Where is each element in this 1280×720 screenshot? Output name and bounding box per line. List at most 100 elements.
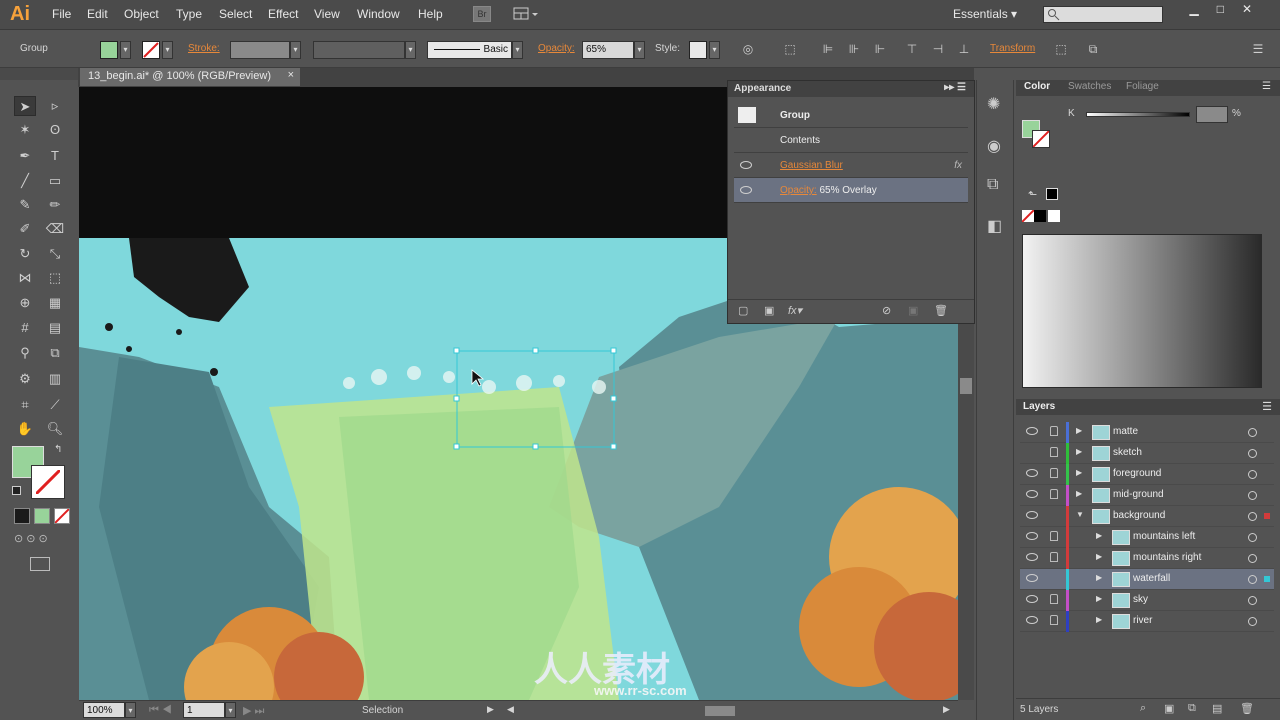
scale-tool-icon[interactable]: ⤡ [44,244,66,264]
arrange-documents-button[interactable] [513,6,539,22]
visibility-eye-icon[interactable] [1026,427,1038,435]
color-stroke-swatch[interactable] [1032,130,1050,148]
transform-link[interactable]: Transform [990,43,1035,54]
visibility-eye-icon[interactable] [1026,532,1038,540]
zoom-dropdown[interactable]: ▾ [125,702,136,718]
color-spectrum[interactable] [1022,234,1262,388]
bridge-button[interactable]: Br [473,6,491,22]
expand-toggle-icon[interactable]: ▶ [1096,552,1102,561]
lock-icon[interactable] [1050,447,1058,457]
add-fill-icon[interactable]: ▣ [764,304,774,317]
align-bottom-icon[interactable]: ⊥ [956,41,972,57]
align-top-icon[interactable]: ⊤ [904,41,920,57]
layer-row[interactable]: ▶ mountains right [1020,548,1274,569]
zoom-field[interactable]: 100% [83,702,125,718]
visibility-eye-icon[interactable] [1026,469,1038,477]
expand-toggle-icon[interactable]: ▶ [1096,594,1102,603]
visibility-eye-icon[interactable] [1026,490,1038,498]
menu-select[interactable]: Select [219,7,252,21]
gradient-mode-icon[interactable] [34,508,50,524]
selection-tool-icon[interactable]: ➤ [14,96,36,116]
expand-toggle-icon[interactable]: ▼ [1076,510,1084,519]
mesh-tool-icon[interactable]: # [14,318,36,338]
column-graph-tool-icon[interactable]: ▥ [44,369,66,389]
layer-name[interactable]: waterfall [1133,573,1170,584]
lasso-tool-icon[interactable]: ʘ [44,120,66,140]
transparency-panel-icon[interactable]: ◧ [987,216,1002,236]
rotate-tool-icon[interactable]: ↻ [14,244,36,264]
black-color-chip[interactable] [1046,188,1058,200]
k-value-field[interactable] [1196,106,1228,123]
lock-icon[interactable] [1050,531,1058,541]
appearance-object-row[interactable]: Group [734,103,968,128]
layer-row[interactable]: ▶ sky [1020,590,1274,611]
artboard-tool-icon[interactable]: ⌗ [14,395,36,415]
layer-name[interactable]: sketch [1113,447,1142,458]
horizontal-scroll-thumb[interactable] [705,706,735,716]
menu-type[interactable]: Type [176,7,202,21]
layer-row[interactable]: ▶ sketch [1020,443,1274,464]
direct-selection-tool-icon[interactable]: ▹ [44,96,66,116]
layer-name[interactable]: mid-ground [1113,489,1164,500]
hscroll-right-icon[interactable]: ▶ [943,704,950,715]
variable-width-dropdown[interactable]: ▾ [405,41,416,59]
expand-toggle-icon[interactable]: ▶ [1076,489,1082,498]
blob-brush-tool-icon[interactable]: ✐ [14,219,36,239]
lock-icon[interactable] [1050,552,1058,562]
locate-object-icon[interactable]: ⌕ [1140,702,1146,715]
type-tool-icon[interactable]: T [44,146,66,166]
fill-swatch[interactable] [100,41,118,59]
appearance-opacity-row[interactable]: Opacity: 65% Overlay [734,178,968,203]
symbol-sprayer-tool-icon[interactable]: ⚙ [14,369,36,389]
target-icon[interactable] [1248,575,1257,584]
graphic-style-swatch[interactable] [689,41,707,59]
layer-row[interactable]: ▶ river [1020,611,1274,632]
status-menu-arrow-icon[interactable]: ▶ [487,704,494,715]
gradient-tool-icon[interactable]: ▤ [44,318,66,338]
paintbrush-tool-icon[interactable]: ✎ [14,195,36,215]
layer-row[interactable]: ▶ matte [1020,422,1274,443]
visibility-eye-icon[interactable] [1026,511,1038,519]
tab-foliage[interactable]: Foliage [1126,81,1159,92]
recolor-artwork-icon[interactable]: ◎ [740,41,756,57]
lock-icon[interactable] [1050,426,1058,436]
create-layer-icon[interactable]: ▤ [1212,702,1222,715]
expand-toggle-icon[interactable]: ▶ [1096,615,1102,624]
add-effect-icon[interactable]: fx▾ [788,304,802,317]
add-stroke-icon[interactable]: ▢ [738,304,748,317]
layer-row[interactable]: ▶ mountains left [1020,527,1274,548]
variable-width-field[interactable] [313,41,405,59]
vertical-scroll-thumb[interactable] [960,378,972,394]
lock-icon[interactable] [1050,615,1058,625]
none-mode-icon[interactable] [54,508,70,524]
pen-tool-icon[interactable]: ✒ [14,146,36,166]
panel-menu-icon[interactable]: ▸▸ ☰ [944,82,966,93]
target-icon[interactable] [1248,470,1257,479]
gaussian-blur-link[interactable]: Gaussian Blur [780,160,843,171]
align-right-icon[interactable]: ⊩ [872,41,888,57]
tab-color[interactable]: Color [1024,81,1050,92]
eraser-tool-icon[interactable]: ⌫ [44,219,66,239]
layer-row[interactable]: ▶ foreground [1020,464,1274,485]
panel-menu-icon[interactable]: ☰ [1250,41,1266,57]
visibility-eye-icon[interactable] [1026,574,1038,582]
white-chip[interactable] [1048,210,1060,222]
target-icon[interactable] [1248,554,1257,563]
artboard-dropdown[interactable]: ▾ [225,702,236,718]
workspace-switcher[interactable]: Essentials ▾ [953,7,1017,21]
layer-name[interactable]: mountains left [1133,531,1195,542]
out-of-gamut-icon[interactable]: ⬑ [1028,188,1037,201]
target-icon[interactable] [1248,617,1257,626]
rectangle-tool-icon[interactable]: ▭ [44,171,66,191]
tools-panel-header[interactable] [0,68,78,80]
fill-dropdown[interactable]: ▾ [120,41,131,59]
target-icon[interactable] [1248,449,1257,458]
target-icon[interactable] [1248,533,1257,542]
k-slider[interactable] [1086,112,1190,117]
slice-tool-icon[interactable]: ⟋ [44,395,66,415]
stroke-swatch[interactable] [142,41,160,59]
brush-definition-field[interactable]: Basic [427,41,512,59]
brushes-panel-icon[interactable]: ✺ [987,94,1000,114]
layer-row[interactable]: ▼ background [1020,506,1274,527]
expand-toggle-icon[interactable]: ▶ [1076,447,1082,456]
